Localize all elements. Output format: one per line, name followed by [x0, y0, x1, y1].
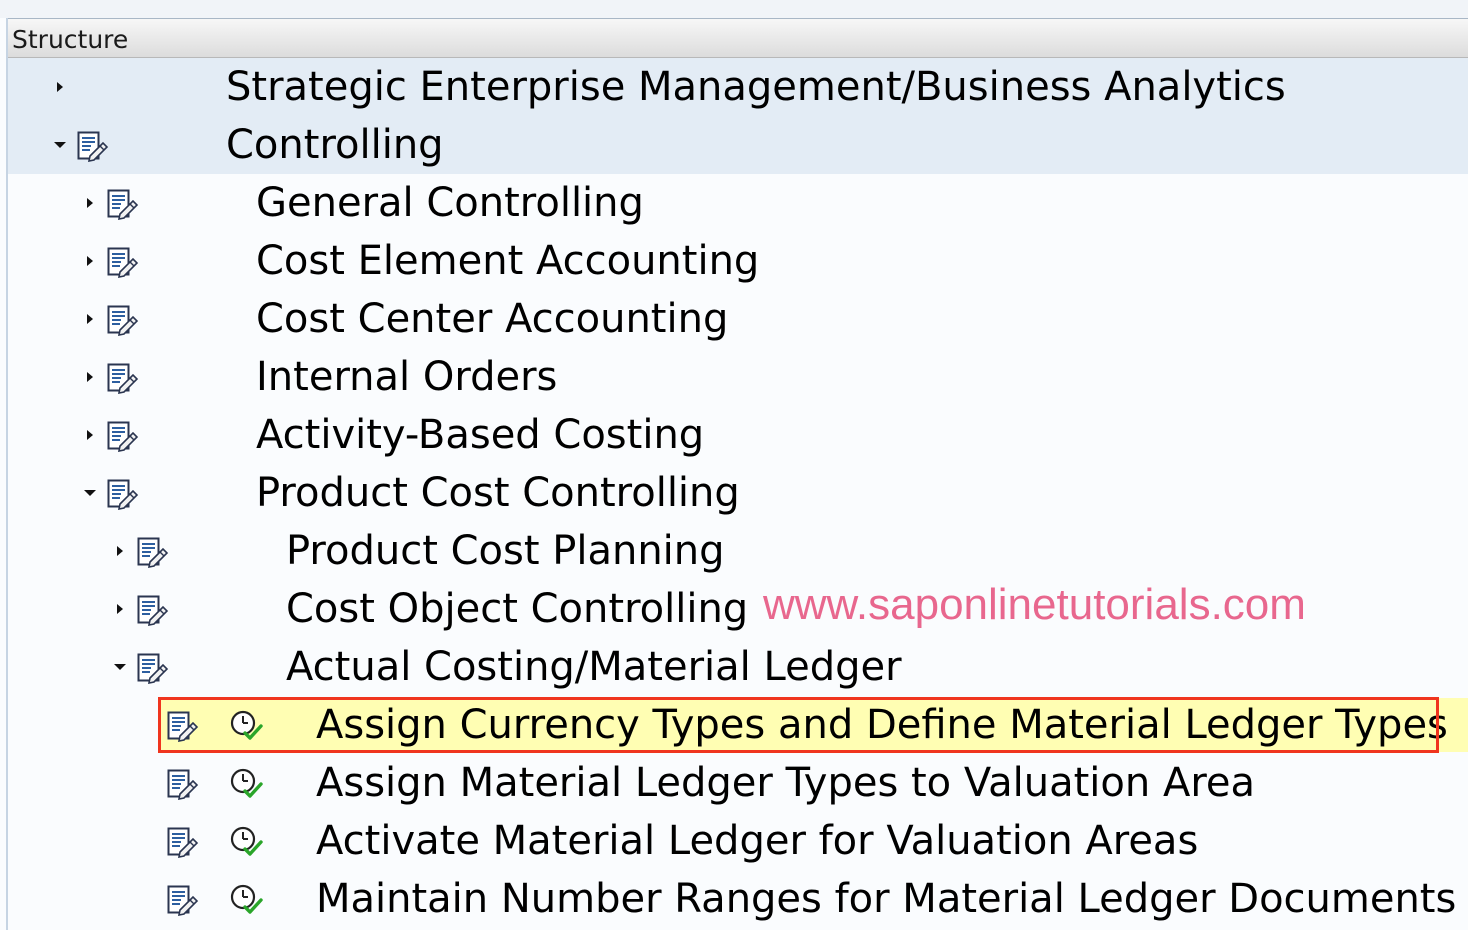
document-icon[interactable] — [166, 768, 200, 801]
document-icon[interactable] — [106, 304, 140, 337]
document-icon[interactable] — [76, 130, 110, 163]
document-icon[interactable] — [106, 362, 140, 395]
tree-node[interactable]: Maintain Number Ranges for Material Ledg… — [8, 870, 1468, 928]
tree-node[interactable]: Product Cost Planning — [8, 522, 1468, 580]
tree-node-label[interactable]: Controlling — [226, 122, 444, 168]
expand-arrow-down-icon[interactable] — [113, 660, 127, 674]
document-icon[interactable] — [136, 652, 170, 685]
tree-node[interactable]: Actual Costing/Material Ledger — [8, 638, 1468, 696]
tree-node[interactable]: Product Cost Controlling — [8, 464, 1468, 522]
tree-node-label[interactable]: Cost Element Accounting — [256, 238, 759, 284]
tree-node-label[interactable]: Cost Center Accounting — [256, 296, 728, 342]
top-strip — [0, 0, 1468, 18]
tree-node[interactable]: Cost Element Accounting — [8, 232, 1468, 290]
tree-node[interactable]: Strategic Enterprise Management/Business… — [8, 58, 1468, 116]
expand-arrow-right-icon[interactable] — [83, 254, 97, 268]
highlight-annotation-box — [158, 697, 1439, 753]
execute-clock-icon[interactable] — [228, 766, 264, 802]
structure-tree: Strategic Enterprise Management/Business… — [8, 58, 1468, 930]
tree-node[interactable]: Cost Center Accounting — [8, 290, 1468, 348]
tree-node-label[interactable]: Internal Orders — [256, 354, 557, 400]
expand-arrow-right-icon[interactable] — [83, 312, 97, 326]
tree-node-label[interactable]: Activity-Based Costing — [256, 412, 704, 458]
execute-clock-icon[interactable] — [228, 882, 264, 918]
tree-node-label[interactable]: Assign Material Ledger Types to Valuatio… — [316, 760, 1255, 806]
structure-header-title: Structure — [12, 25, 129, 54]
document-icon[interactable] — [106, 420, 140, 453]
expand-arrow-down-icon[interactable] — [53, 138, 67, 152]
expand-arrow-down-icon[interactable] — [83, 486, 97, 500]
document-icon[interactable] — [106, 188, 140, 221]
expand-arrow-right-icon[interactable] — [83, 196, 97, 210]
tree-node-label[interactable]: Product Cost Controlling — [256, 470, 740, 516]
tree-node[interactable]: Activate Material Ledger for Valuation A… — [8, 812, 1468, 870]
document-icon[interactable] — [136, 536, 170, 569]
tree-node-label[interactable]: Maintain Number Ranges for Material Ledg… — [316, 876, 1456, 922]
document-icon[interactable] — [106, 246, 140, 279]
tree-node-label[interactable]: Actual Costing/Material Ledger — [286, 644, 902, 690]
document-icon[interactable] — [166, 884, 200, 917]
document-icon[interactable] — [136, 594, 170, 627]
structure-header: Structure — [8, 18, 1468, 58]
document-icon[interactable] — [166, 826, 200, 859]
tree-node-label[interactable]: General Controlling — [256, 180, 644, 226]
tree-node[interactable]: Controlling — [8, 116, 1468, 174]
expand-arrow-right-icon[interactable] — [113, 544, 127, 558]
watermark-text: www.saponlinetutorials.com — [763, 580, 1306, 629]
document-icon[interactable] — [106, 478, 140, 511]
expand-arrow-right-icon[interactable] — [83, 428, 97, 442]
expand-arrow-right-icon[interactable] — [83, 370, 97, 384]
tree-node[interactable]: Activity-Based Costing — [8, 406, 1468, 464]
tree-node-label[interactable]: Activate Material Ledger for Valuation A… — [316, 818, 1198, 864]
tree-node[interactable]: General Controlling — [8, 174, 1468, 232]
expand-arrow-right-icon[interactable] — [113, 602, 127, 616]
tree-node[interactable]: Internal Orders — [8, 348, 1468, 406]
tree-node-label[interactable]: Cost Object Controlling — [286, 586, 748, 632]
tree-node[interactable]: Assign Currency Types and Define Materia… — [8, 696, 1468, 754]
tree-node[interactable]: Assign Material Ledger Types to Valuatio… — [8, 754, 1468, 812]
tree-node-label[interactable]: Strategic Enterprise Management/Business… — [226, 64, 1286, 110]
execute-clock-icon[interactable] — [228, 824, 264, 860]
structure-panel: Structure Strategic Enterprise Managemen… — [0, 0, 1468, 930]
tree-node-label[interactable]: Product Cost Planning — [286, 528, 725, 574]
expand-arrow-right-icon[interactable] — [53, 80, 67, 94]
